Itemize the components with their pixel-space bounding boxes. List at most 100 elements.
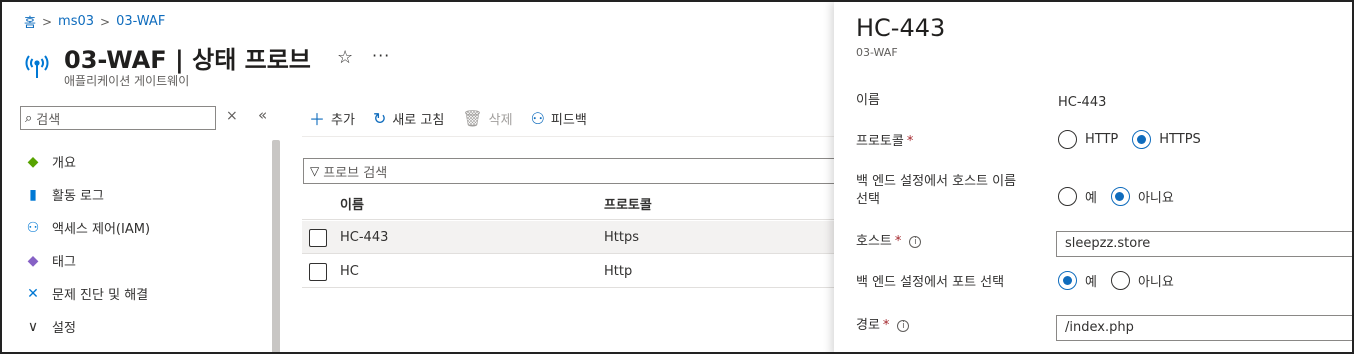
chevron-down-icon: ∨ <box>27 318 39 335</box>
table-header-divider <box>302 219 842 220</box>
clear-search-icon[interactable]: × <box>226 108 238 124</box>
required-marker: * <box>894 234 902 249</box>
page-subtitle: 애플리케이션 게이트웨이 <box>64 74 190 88</box>
refresh-label: 새로 고침 <box>392 112 445 128</box>
radio-circle[interactable] <box>1058 187 1077 206</box>
probe-name[interactable]: HC <box>340 264 359 279</box>
nav-item-label: 액세스 제어(IAM) <box>52 222 151 237</box>
nav-item-label: 설정 <box>52 321 76 336</box>
radio-circle[interactable] <box>1058 130 1077 149</box>
protocol-http-radio[interactable]: HTTP <box>1058 130 1118 149</box>
panel-subtitle: 03-WAF <box>856 46 898 59</box>
radio-label: 예 <box>1085 275 1097 290</box>
toolbar: ＋ 추가 ↻ 새로 고침 🗑 삭제 ⚇ 피드백 <box>309 106 587 130</box>
refresh-icon: ↻ <box>372 108 387 128</box>
nav-item-label: 활동 로그 <box>52 189 104 204</box>
application-gateway-icon <box>25 55 49 78</box>
probe-protocol: Http <box>604 264 633 279</box>
filter-icon: ▽ <box>310 164 320 178</box>
pick-host-yes-radio[interactable]: 예 <box>1058 187 1097 206</box>
probe-search-input[interactable]: ▽ 프로브 검색 <box>303 158 848 184</box>
host-label: 호스트 * i <box>856 233 922 251</box>
row-checkbox[interactable] <box>309 229 327 247</box>
favorite-star-icon[interactable]: ☆ <box>337 47 353 68</box>
radio-label: 아니요 <box>1137 275 1174 290</box>
pick-port-radio-group: 예 아니요 <box>1058 271 1174 290</box>
nav-item-activity-log[interactable]: ▮ 활동 로그 <box>24 178 150 211</box>
table-row[interactable]: HC Http <box>302 255 842 288</box>
overview-icon: ◆ <box>27 153 39 170</box>
breadcrumb-separator: > <box>41 14 53 29</box>
radio-label: HTTPS <box>1159 132 1201 147</box>
pick-host-no-radio[interactable]: 아니요 <box>1110 187 1174 206</box>
breadcrumb-gateway[interactable]: 03-WAF <box>116 14 165 29</box>
protocol-radio-group: HTTP HTTPS <box>1058 130 1201 149</box>
add-label: 추가 <box>331 112 355 128</box>
feedback-label: 피드백 <box>550 112 587 128</box>
radio-circle[interactable] <box>1110 187 1130 206</box>
radio-circle[interactable] <box>1110 271 1130 290</box>
nav-scrollbar[interactable] <box>272 140 280 352</box>
iam-icon: ⚇ <box>26 219 40 236</box>
radio-circle[interactable] <box>1058 271 1077 290</box>
nav-item-label: 개요 <box>52 156 76 171</box>
trash-icon: 🗑 <box>462 108 483 128</box>
probe-details-panel: HC-443 03-WAF 이름 HC-443 프로토콜 * HTTP HTTPS… <box>834 2 1352 352</box>
delete-label: 삭제 <box>488 112 513 128</box>
column-header-name[interactable]: 이름 <box>340 194 364 213</box>
breadcrumb-separator: > <box>100 14 111 29</box>
collapse-nav-icon[interactable]: « <box>258 106 267 124</box>
breadcrumb-resource-group[interactable]: ms03 <box>58 14 94 29</box>
tag-icon: ◆ <box>27 252 39 269</box>
row-checkbox[interactable] <box>309 263 327 281</box>
search-icon: ⌕ <box>25 110 33 126</box>
nav-item-diagnose[interactable]: ✕ 문제 진단 및 해결 <box>24 277 150 310</box>
path-label: 경로 * i <box>856 317 910 335</box>
radio-circle[interactable] <box>1132 130 1152 149</box>
host-input[interactable]: sleepzz.store <box>1056 231 1352 257</box>
nav-menu: ◆ 개요 ▮ 활동 로그 ⚇ 액세스 제어(IAM) ◆ 태그 ✕ 문제 진단 … <box>24 145 150 343</box>
nav-item-iam[interactable]: ⚇ 액세스 제어(IAM) <box>24 211 150 244</box>
table-row[interactable]: HC-443 Https <box>302 221 842 254</box>
probe-name[interactable]: HC-443 <box>340 230 388 245</box>
info-icon[interactable]: i <box>909 235 922 248</box>
pick-port-no-radio[interactable]: 아니요 <box>1110 271 1174 290</box>
nav-item-label: 태그 <box>52 255 76 270</box>
info-icon[interactable]: i <box>897 319 910 332</box>
refresh-button[interactable]: ↻ 새로 고침 <box>373 109 444 128</box>
pick-port-label: 백 엔드 설정에서 포트 선택 <box>856 275 1005 290</box>
breadcrumb-home[interactable]: 홈 <box>24 12 36 31</box>
nav-item-tags[interactable]: ◆ 태그 <box>24 244 150 277</box>
path-label-text: 경로 <box>856 318 880 333</box>
app-window: 홈 > ms03 > 03-WAF 03-WAF | 상태 프로브 ☆ ··· … <box>0 0 1354 354</box>
activity-log-icon: ▮ <box>29 186 37 203</box>
protocol-label: 프로토콜 * <box>856 133 913 151</box>
nav-item-settings[interactable]: ∨ 설정 <box>24 310 150 343</box>
page-title: 03-WAF | 상태 프로브 <box>64 46 311 74</box>
protocol-label-text: 프로토콜 <box>856 134 904 149</box>
panel-title: HC-443 <box>856 14 946 42</box>
nav-search-input[interactable]: ⌕ 검색 <box>20 106 216 130</box>
column-header-protocol[interactable]: 프로토콜 <box>604 194 652 213</box>
probe-search-placeholder: 프로브 검색 <box>323 165 388 181</box>
nav-search-placeholder: 검색 <box>36 112 61 128</box>
pick-host-label-line1: 백 엔드 설정에서 호스트 이름 <box>856 174 1017 189</box>
name-value: HC-443 <box>1058 95 1107 110</box>
nav-item-overview[interactable]: ◆ 개요 <box>24 145 150 178</box>
name-label: 이름 <box>856 93 880 108</box>
required-marker: * <box>882 318 890 333</box>
add-button[interactable]: ＋ 추가 <box>309 106 355 130</box>
feedback-button[interactable]: ⚇ 피드백 <box>531 109 587 128</box>
feedback-icon: ⚇ <box>530 108 545 128</box>
delete-button[interactable]: 🗑 삭제 <box>462 109 512 128</box>
path-input[interactable]: /index.php <box>1056 315 1352 341</box>
required-marker: * <box>906 134 914 149</box>
more-options-icon[interactable]: ··· <box>372 46 390 65</box>
breadcrumb: 홈 > ms03 > 03-WAF <box>24 12 165 31</box>
radio-label: HTTP <box>1085 132 1119 147</box>
probe-protocol: Https <box>604 230 639 245</box>
pick-port-yes-radio[interactable]: 예 <box>1058 271 1097 290</box>
protocol-https-radio[interactable]: HTTPS <box>1132 130 1201 149</box>
pick-host-radio-group: 예 아니요 <box>1058 187 1174 206</box>
radio-label: 아니요 <box>1137 191 1174 206</box>
